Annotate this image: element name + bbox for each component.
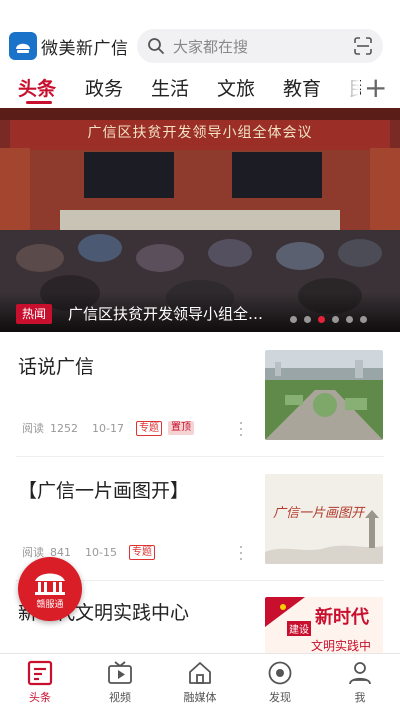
nav-label: 头条	[29, 691, 51, 704]
carousel-dot[interactable]	[346, 316, 353, 323]
banner-carousel[interactable]: 广信区扶贫开发领导小组全体会议	[0, 108, 400, 332]
banner-hall-sign: 广信区扶贫开发领导小组全体会议	[87, 125, 313, 141]
nav-headlines[interactable]: 头条	[10, 660, 70, 705]
nav-media[interactable]: 融媒体	[170, 660, 230, 705]
scan-icon[interactable]	[353, 36, 373, 56]
home-icon	[189, 662, 211, 684]
tabs-fade	[330, 70, 360, 104]
nav-label: 融媒体	[183, 691, 217, 704]
more-icon[interactable]	[238, 546, 244, 560]
carousel-dot[interactable]	[360, 316, 367, 323]
list-divider	[16, 456, 384, 457]
float-button-label: 赣服通	[36, 599, 64, 610]
nav-label: 发现	[269, 691, 291, 704]
active-tab-indicator	[26, 101, 52, 104]
carousel-dots	[290, 316, 367, 323]
nav-label: 视频	[109, 691, 131, 704]
tab-life[interactable]: 生活	[151, 74, 189, 101]
nav-video[interactable]: 视频	[90, 660, 150, 705]
tab-education[interactable]: 教育	[283, 74, 321, 101]
thumbnail-text-build: 建设	[287, 621, 311, 636]
thumbnail-text-new-era: 新时代	[315, 607, 369, 628]
news-date: 10-15	[85, 545, 117, 559]
gan-fu-tong-button[interactable]: 赣服通	[18, 557, 82, 621]
news-item[interactable]: 【广信一片画图开】 阅读 841 10-15 专题 广信一片画图开	[0, 472, 400, 572]
news-thumbnail: 建设 新时代 文明实践中	[265, 597, 383, 653]
tab-government[interactable]: 政务	[85, 74, 123, 101]
app-logo: 微美新广信	[9, 32, 129, 60]
pinned-tag: 置顶	[167, 421, 194, 435]
carousel-dot[interactable]	[304, 316, 311, 323]
search-bar[interactable]: 大家都在搜	[137, 29, 383, 63]
logo-icon	[9, 32, 37, 60]
read-label: 阅读	[22, 422, 44, 435]
nav-me[interactable]: 我	[330, 660, 390, 705]
news-thumbnail	[265, 350, 383, 440]
carousel-dot[interactable]	[332, 316, 339, 323]
nav-label: 我	[354, 691, 366, 704]
topic-tag: 专题	[135, 420, 162, 436]
news-date: 10-17	[92, 421, 124, 435]
news-title[interactable]: 话说广信	[18, 352, 94, 379]
bottom-navigation: 头条 视频 融媒体 发现 我	[0, 653, 400, 711]
hot-news-badge: 热闻	[16, 304, 52, 324]
app-name: 微美新广信	[41, 38, 129, 59]
carousel-dot[interactable]	[318, 316, 325, 323]
search-icon	[148, 38, 164, 54]
video-icon	[108, 661, 132, 684]
user-icon	[349, 662, 371, 685]
carousel-dot[interactable]	[290, 316, 297, 323]
nav-discover[interactable]: 发现	[250, 660, 310, 705]
tab-headlines[interactable]: 头条	[18, 74, 56, 101]
app-header: 微美新广信 大家都在搜	[0, 0, 400, 68]
news-meta: 阅读 1252 10-17 专题 置顶	[22, 420, 194, 436]
read-count: 1252	[50, 421, 78, 435]
tab-culture-travel[interactable]: 文旅	[217, 74, 255, 101]
search-placeholder: 大家都在搜	[173, 37, 249, 56]
topic-tag: 专题	[128, 544, 155, 560]
thumbnail-calligraphy: 广信一片画图开	[273, 506, 365, 521]
discover-icon	[268, 661, 292, 685]
thumbnail-text-practice: 文明实践中	[311, 639, 372, 653]
news-title[interactable]: 【广信一片画图开】	[18, 476, 189, 503]
news-thumbnail: 广信一片画图开	[265, 474, 383, 564]
add-channel-icon[interactable]: +	[364, 74, 387, 102]
news-item[interactable]: 话说广信 阅读 1252 10-17 专题 置顶	[0, 348, 400, 448]
banner-title[interactable]: 广信区扶贫开发领导小组全…	[68, 303, 278, 324]
more-icon[interactable]	[238, 422, 244, 436]
building-icon	[35, 573, 65, 595]
news-icon	[27, 660, 53, 686]
